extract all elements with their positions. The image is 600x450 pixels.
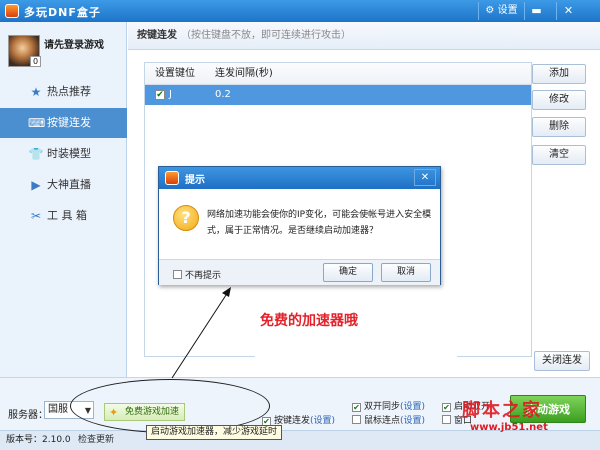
checkbox-window[interactable] — [442, 415, 451, 424]
row-key: J — [169, 89, 172, 100]
settings-label: 设置 — [497, 5, 518, 16]
row-checkbox[interactable]: ✔ — [155, 90, 165, 100]
sidebar-item-label: 按键连发 — [47, 116, 91, 129]
key-burst-settings-link[interactable]: (设置) — [310, 416, 335, 426]
close-burst-button[interactable]: 关闭连发 — [534, 351, 590, 371]
section-header: 按键连发 （按住键盘不放，即可连续进行攻击） — [128, 22, 600, 50]
delete-button[interactable]: 删除 — [532, 117, 586, 137]
row-interval: 0.2 — [215, 89, 231, 100]
watermark-url: www.jb51.net — [470, 422, 548, 433]
section-title: 按键连发 — [137, 30, 177, 41]
header-interval: 连发间隔(秒) — [215, 68, 273, 79]
annotation-text: 免费的加速器哦 — [260, 313, 358, 329]
gear-icon: ⚙ — [485, 5, 495, 16]
app-logo-icon — [5, 4, 19, 18]
dialog-close-button[interactable]: ✕ — [414, 169, 436, 186]
annotation-box: 免费的加速器哦 — [255, 307, 457, 359]
clear-button[interactable]: 清空 — [532, 145, 586, 165]
watermark-text: 脚本之家 — [462, 400, 542, 421]
option-dual-sync[interactable]: ✔ 双开同步(设置) — [352, 399, 425, 412]
avatar-badge: 0 — [30, 56, 42, 67]
close-button[interactable]: ✕ — [556, 2, 580, 20]
dual-sync-settings-link[interactable]: (设置) — [400, 402, 425, 412]
option-mouse-click[interactable]: 鼠标连点(设置) — [352, 413, 425, 426]
checkbox-dual-sync[interactable]: ✔ — [352, 403, 361, 412]
sidebar-item-1[interactable]: ⌨ 按键连发 — [0, 108, 127, 138]
close-icon: ✕ — [563, 4, 574, 17]
login-prompt[interactable]: 请先登录游戏 — [44, 36, 104, 51]
sidebar-item-label: 热点推荐 — [47, 85, 91, 98]
sidebar-item-3[interactable]: ▶ 大神直播 — [0, 170, 127, 200]
mouse-click-settings-link[interactable]: (设置) — [400, 416, 425, 426]
dialog-title-bar: 提示 ✕ — [159, 167, 440, 189]
server-label: 服务器： — [8, 410, 48, 421]
settings-button[interactable]: ⚙ 设置 — [478, 2, 524, 20]
server-value: 国服 — [48, 404, 68, 415]
star-icon: ★ — [30, 85, 42, 99]
minimize-button[interactable]: ▬ — [524, 2, 548, 20]
checkbox-mouse-click[interactable] — [352, 415, 361, 424]
accelerator-tooltip: 启动游戏加速器，减少游戏延时 — [146, 425, 283, 440]
keyboard-icon: ⌨ — [28, 116, 46, 130]
dialog-footer: 不再提示 确定 取消 — [159, 259, 440, 285]
status-bar: 版本号：2.10.0 检查更新 — [0, 430, 600, 450]
checkbox-dual-launch[interactable]: ✔ — [442, 403, 451, 412]
prompt-dialog: 提示 ✕ ? 网络加速功能会使你的IP变化，可能会使帐号进入安全模式，属于正常情… — [158, 166, 441, 285]
check-update-link[interactable]: 检查更新 — [78, 431, 114, 450]
dialog-app-icon — [165, 171, 179, 185]
sidebar-item-2[interactable]: 👕 时装模型 — [0, 139, 127, 169]
sidebar: 0 请先登录游戏 ★ 热点推荐 ⌨ 按键连发 👕 时装模型 ▶ 大神直播 ✂ 工 具 箱 — [0, 22, 127, 377]
table-header: 设置键位 连发间隔(秒) — [145, 63, 531, 85]
table-row[interactable]: ✔ J 0.2 — [145, 85, 531, 105]
minimize-icon: ▬ — [531, 4, 542, 17]
sidebar-item-4[interactable]: ✂ 工 具 箱 — [0, 201, 127, 231]
add-button[interactable]: 添加 — [532, 64, 586, 84]
question-icon: ? — [173, 205, 199, 231]
version-text: 版本号：2.10.0 — [6, 435, 71, 445]
no-more-checkbox[interactable] — [173, 270, 182, 279]
title-bar: 多玩DNF盒子 ⚙ 设置 ▬ ✕ — [0, 0, 600, 22]
app-title: 多玩DNF盒子 — [24, 6, 101, 19]
tools-icon: ✂ — [30, 209, 42, 223]
section-hint: （按住键盘不放，即可连续进行攻击） — [181, 30, 351, 41]
close-icon: ✕ — [420, 172, 430, 183]
shirt-icon: 👕 — [28, 147, 44, 161]
dialog-message: 网络加速功能会使你的IP变化，可能会使帐号进入安全模式，属于正常情况。是否继续启… — [207, 210, 432, 236]
dialog-cancel-button[interactable]: 取消 — [381, 263, 431, 282]
sidebar-item-label: 时装模型 — [47, 147, 91, 160]
edit-button[interactable]: 修改 — [532, 90, 586, 110]
no-more-prompt-option[interactable]: 不再提示 — [173, 268, 221, 281]
dialog-ok-button[interactable]: 确定 — [323, 263, 373, 282]
play-icon: ▶ — [31, 178, 41, 192]
sidebar-item-label: 工 具 箱 — [47, 209, 87, 222]
header-key: 设置键位 — [155, 68, 195, 79]
sidebar-item-0[interactable]: ★ 热点推荐 — [0, 77, 127, 107]
dialog-title: 提示 — [185, 175, 205, 186]
sidebar-item-label: 大神直播 — [47, 178, 91, 191]
